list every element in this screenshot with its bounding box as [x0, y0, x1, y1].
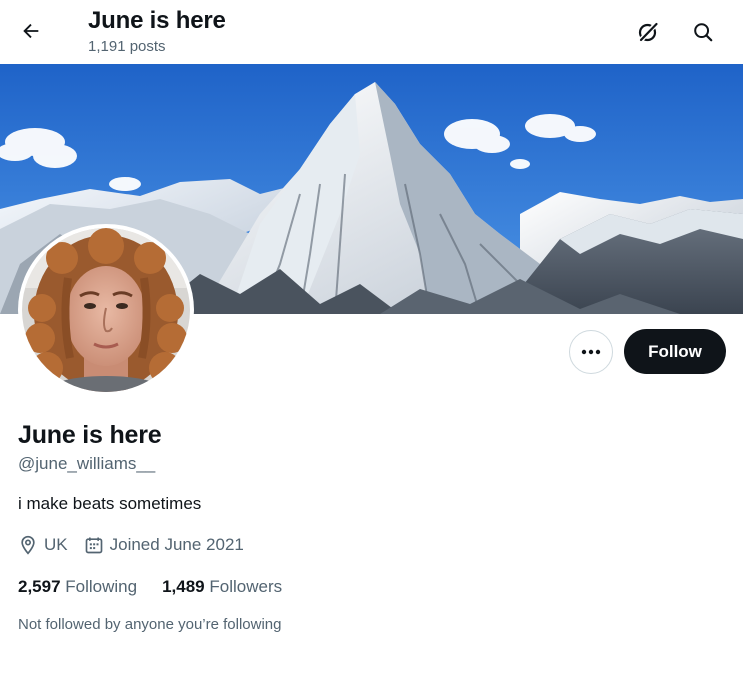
following-label: Following: [65, 577, 138, 596]
joined-item: Joined June 2021: [84, 534, 244, 556]
search-button[interactable]: [686, 15, 720, 49]
joined-text: Joined June 2021: [109, 535, 244, 554]
user-handle: @june_williams__: [18, 454, 156, 473]
back-button[interactable]: [14, 14, 48, 48]
more-options-button[interactable]: [569, 330, 613, 374]
follow-stats: 2,597 Following 1,489 Followers: [18, 576, 307, 598]
profile-meta: UK Joined June 2021: [18, 534, 260, 556]
follow-button[interactable]: Follow: [624, 329, 726, 374]
more-dots-icon: [581, 349, 601, 355]
display-name: June is here: [18, 421, 162, 449]
top-bar: June is here 1,191 posts: [0, 0, 743, 64]
grok-icon: [638, 21, 659, 43]
location-item: UK: [18, 534, 68, 556]
following-link[interactable]: 2,597 Following: [18, 576, 137, 598]
avatar-photo: [22, 228, 190, 392]
not-followed-notice: Not followed by anyone you’re following: [18, 616, 282, 633]
header-title-group: June is here 1,191 posts: [88, 6, 226, 57]
calendar-icon: [85, 537, 102, 554]
following-count: 2,597: [18, 577, 61, 596]
followers-label: Followers: [209, 577, 283, 596]
location-pin-icon: [21, 535, 35, 555]
profile-bio: i make beats sometimes: [18, 494, 202, 513]
followers-link[interactable]: 1,489 Followers: [162, 576, 282, 598]
grok-button[interactable]: [631, 15, 665, 49]
posts-count: 1,191 posts: [88, 38, 166, 55]
followers-count: 1,489: [162, 577, 205, 596]
header-title: June is here: [88, 7, 226, 34]
search-icon: [694, 23, 713, 42]
profile-avatar[interactable]: [18, 224, 194, 396]
arrow-left-icon: [23, 23, 39, 39]
location-text: UK: [44, 535, 68, 554]
